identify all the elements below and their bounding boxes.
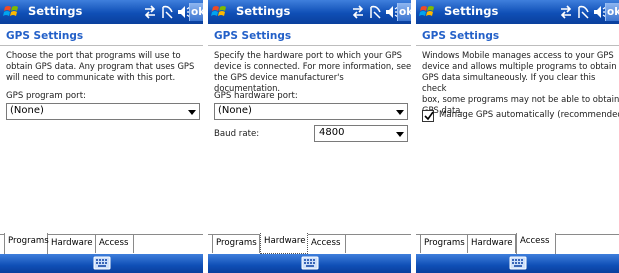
chevron-down-icon[interactable] xyxy=(396,132,404,137)
window-title: Settings xyxy=(444,4,499,18)
signal-off-icon[interactable] xyxy=(368,3,384,21)
start-menu-icon[interactable] xyxy=(3,3,21,21)
description-line: Windows Mobile manages access to your GP… xyxy=(422,50,614,60)
signal-off-icon[interactable] xyxy=(160,3,176,21)
manage-gps-label: Manage GPS automatically (recommended) xyxy=(439,110,619,120)
settings-panel-access: Settings ok GPS Settings Windows Mobile … xyxy=(416,0,619,273)
baud-rate-value: 4800 xyxy=(319,127,345,138)
signal-off-icon[interactable] xyxy=(576,3,592,21)
baud-rate-dropdown[interactable]: 4800 xyxy=(314,125,408,142)
connectivity-icon[interactable] xyxy=(142,3,158,21)
chevron-down-icon[interactable] xyxy=(188,110,196,115)
description-text: Specify the hardware port to which your … xyxy=(214,50,411,94)
menu-bar xyxy=(0,254,203,273)
tab-access[interactable]: Access xyxy=(308,234,346,253)
description-text: Windows Mobile manages access to your GP… xyxy=(422,50,619,116)
description-line: Choose the port that programs will use t… xyxy=(6,50,181,60)
heading-divider xyxy=(416,45,619,46)
page-heading: GPS Settings xyxy=(422,30,500,42)
chevron-down-icon[interactable] xyxy=(396,110,404,115)
menu-bar xyxy=(208,254,411,273)
keyboard-icon[interactable] xyxy=(301,256,319,270)
tab-programs[interactable]: Programs xyxy=(420,234,468,253)
keyboard-icon[interactable] xyxy=(93,256,111,270)
connectivity-icon[interactable] xyxy=(350,3,366,21)
manage-gps-checkbox[interactable] xyxy=(422,110,434,122)
tab-access[interactable]: Access xyxy=(516,233,556,254)
description-line: box, some programs may not be able to ob… xyxy=(422,94,619,104)
heading-divider xyxy=(208,45,411,46)
title-bar: Settings ok xyxy=(416,0,619,24)
keyboard-icon[interactable] xyxy=(509,256,527,270)
tab-bar: Programs Hardware Access xyxy=(0,233,203,254)
tab-access[interactable]: Access xyxy=(96,234,134,253)
window-title: Settings xyxy=(28,4,83,18)
page-heading: GPS Settings xyxy=(214,30,292,42)
description-line: Specify the hardware port to which your … xyxy=(214,50,402,60)
tab-programs[interactable]: Programs xyxy=(4,233,49,254)
hardware-port-dropdown[interactable]: (None) xyxy=(214,103,408,120)
tab-programs[interactable]: Programs xyxy=(212,234,260,253)
description-line: GPS data simultaneously. If you clear th… xyxy=(422,72,596,93)
program-port-value: (None) xyxy=(10,105,44,116)
hardware-port-label: GPS hardware port: xyxy=(214,91,298,101)
ok-button[interactable]: ok xyxy=(605,3,619,21)
program-port-label: GPS program port: xyxy=(6,91,86,101)
menu-bar xyxy=(416,254,619,273)
program-port-dropdown[interactable]: (None) xyxy=(6,103,200,120)
description-text: Choose the port that programs will use t… xyxy=(6,50,203,83)
title-bar: Settings ok xyxy=(0,0,203,24)
page-heading: GPS Settings xyxy=(6,30,84,42)
ok-button[interactable]: ok xyxy=(397,3,411,21)
checkmark-icon xyxy=(424,111,434,121)
baud-rate-label: Baud rate: xyxy=(214,129,260,139)
connectivity-icon[interactable] xyxy=(558,3,574,21)
description-line: device is connected. For more informatio… xyxy=(214,61,411,71)
tab-hardware[interactable]: Hardware xyxy=(260,233,308,254)
title-bar: Settings ok xyxy=(208,0,411,24)
description-line: will need to communicate with this port. xyxy=(6,72,176,82)
tab-bar: Programs Hardware Access xyxy=(416,233,619,254)
start-menu-icon[interactable] xyxy=(419,3,437,21)
heading-divider xyxy=(0,45,203,46)
settings-panel-programs: Settings ok GPS Settings Choose the port… xyxy=(0,0,203,273)
description-line: obtain GPS data. Any program that uses G… xyxy=(6,61,195,71)
hardware-port-value: (None) xyxy=(218,105,252,116)
window-title: Settings xyxy=(236,4,291,18)
description-line: device and allows multiple programs to o… xyxy=(422,61,617,71)
tab-hardware[interactable]: Hardware xyxy=(48,234,96,253)
ok-button[interactable]: ok xyxy=(189,3,203,21)
start-menu-icon[interactable] xyxy=(211,3,229,21)
tab-bar: Programs Hardware Access xyxy=(208,233,411,254)
settings-panel-hardware: Settings ok GPS Settings Specify the har… xyxy=(208,0,411,273)
tab-hardware[interactable]: Hardware xyxy=(468,234,516,253)
